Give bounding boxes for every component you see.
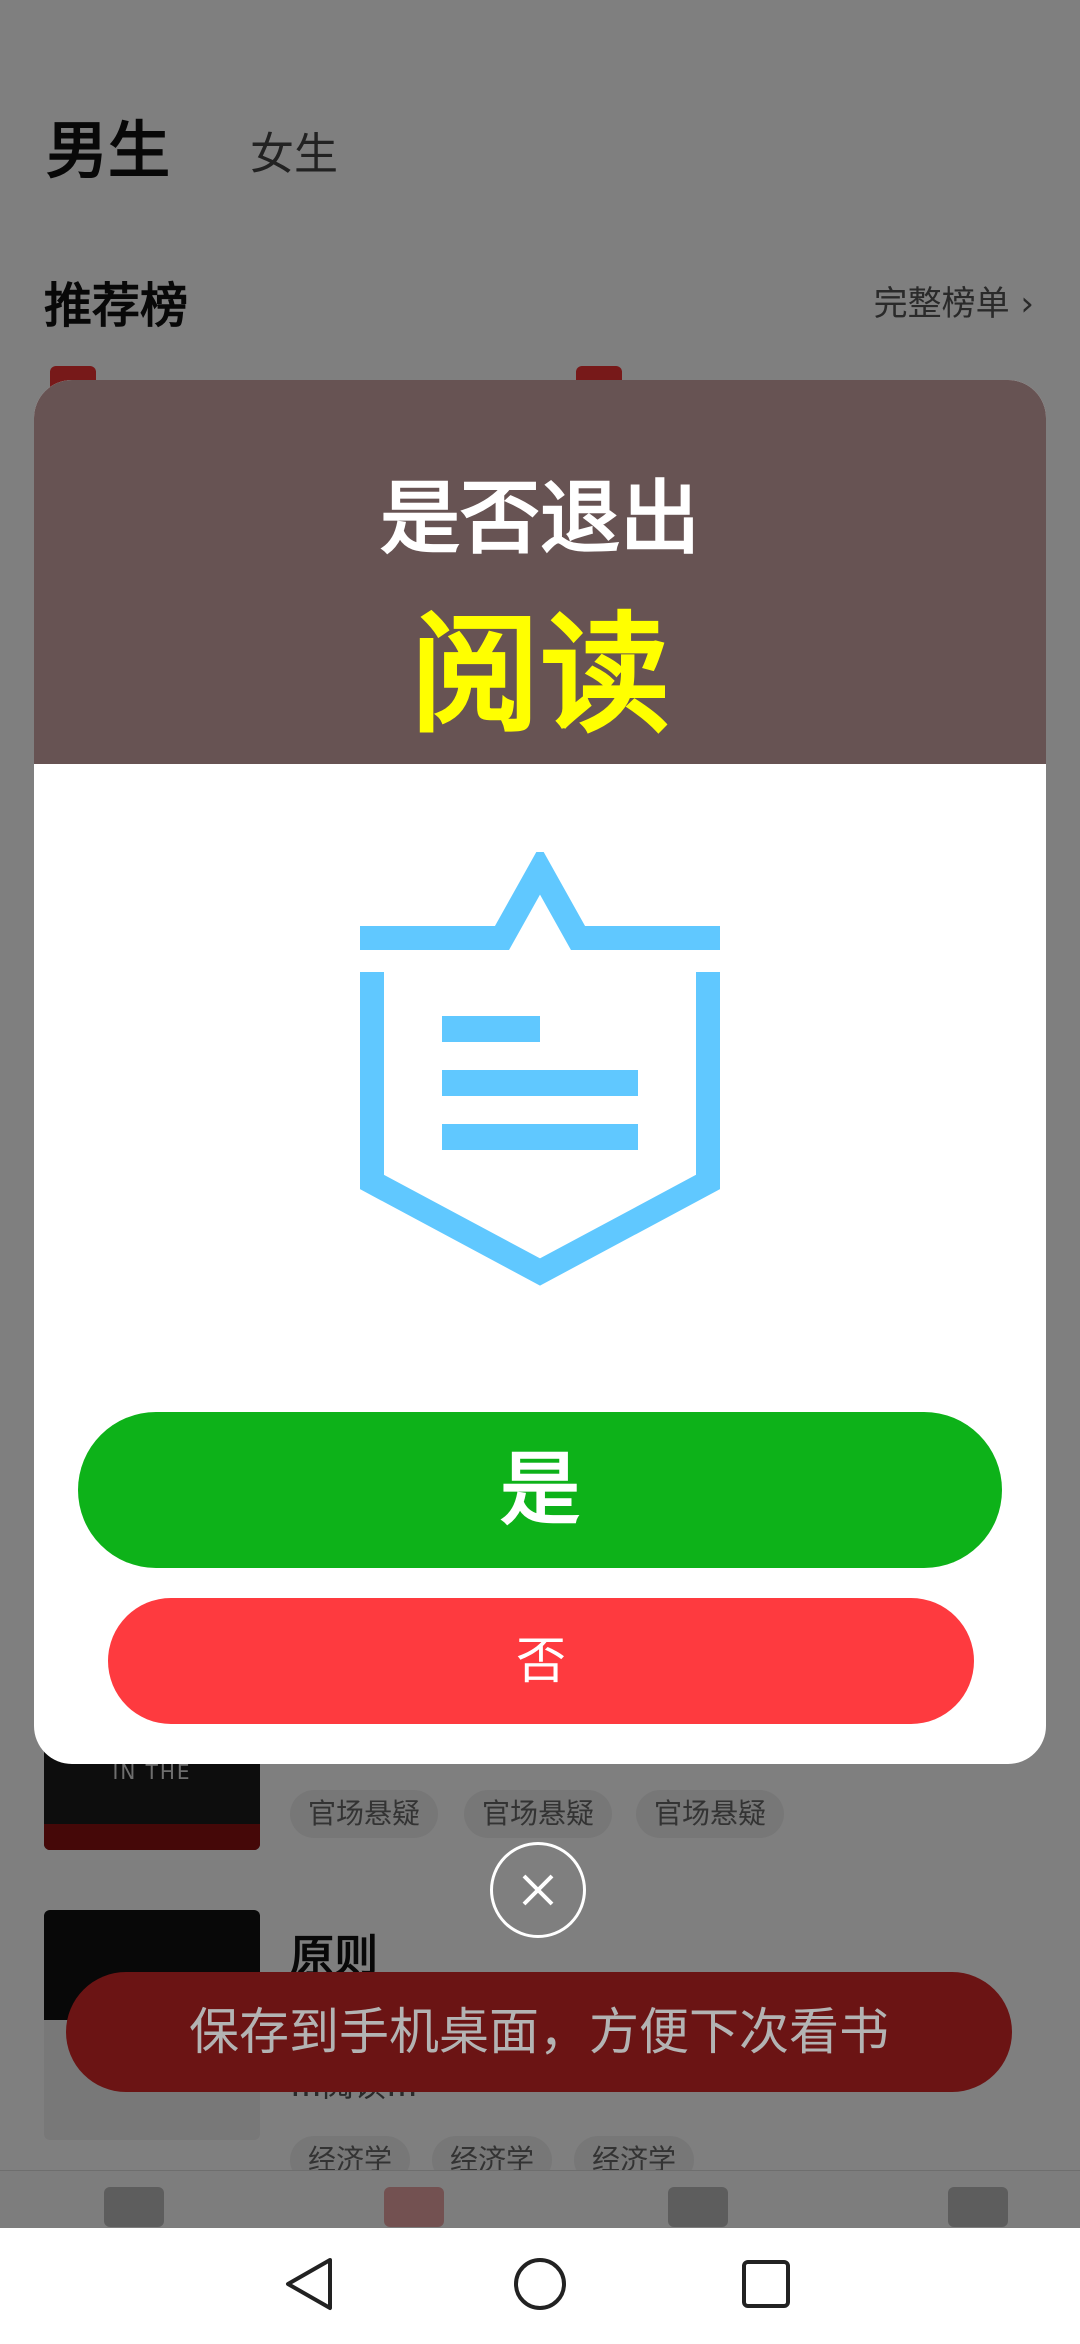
system-nav-bar: [0, 2228, 1080, 2340]
no-button[interactable]: 否: [108, 1598, 974, 1724]
home-circle-icon: [514, 2258, 566, 2310]
exit-dialog: 是否退出 阅读 是 否: [34, 380, 1046, 1764]
yes-button[interactable]: 是: [78, 1412, 1002, 1568]
shield-document-icon: [360, 852, 720, 1286]
dialog-title: 是否退出: [380, 472, 700, 565]
back-triangle-icon: [286, 2258, 332, 2310]
close-icon: [522, 1874, 554, 1906]
back-button[interactable]: [248, 2228, 368, 2340]
recents-square-icon: [742, 2260, 790, 2308]
save-to-desktop-banner[interactable]: 保存到手机桌面，方便下次看书: [66, 1972, 1012, 2092]
close-button[interactable]: [490, 1842, 586, 1938]
dialog-header: 是否退出 阅读: [34, 380, 1046, 764]
home-button[interactable]: [480, 2228, 600, 2340]
recents-button[interactable]: [706, 2228, 826, 2340]
dialog-highlight: 阅读: [409, 599, 670, 751]
